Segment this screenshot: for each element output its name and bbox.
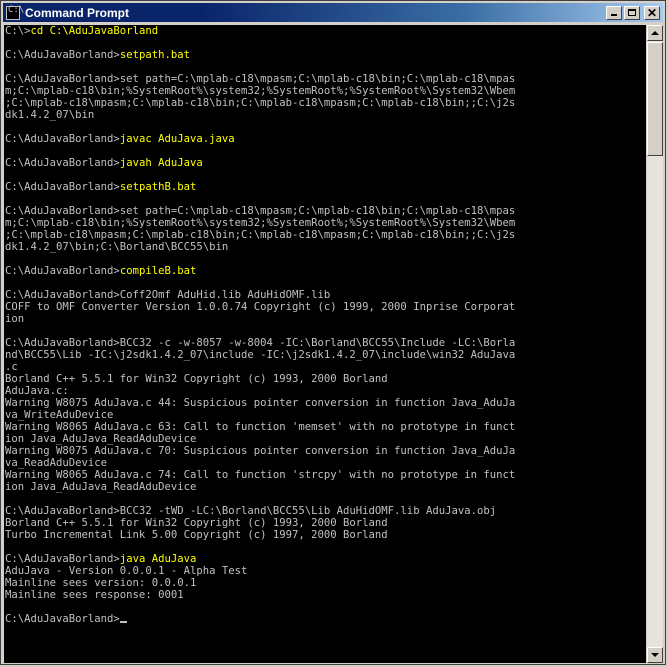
console-prompt: C:\AduJavaBorland> — [5, 133, 120, 145]
console-prompt: C:\AduJavaBorland> — [5, 181, 120, 193]
console-line: C:\AduJavaBorland>java AduJava — [4, 553, 646, 565]
console-prompt: C:\AduJavaBorland> — [5, 265, 120, 277]
console-line: va_WriteAduDevice — [5, 409, 114, 421]
console-line: va_ReadAduDevice — [5, 457, 108, 469]
console-line: C:\AduJavaBorland>BCC32 -c -w-8057 -w-80… — [5, 337, 516, 349]
console-prompt: C:\> — [5, 25, 31, 37]
console-line: C:\AduJavaBorland> — [4, 613, 646, 625]
console-prompt: C:\AduJavaBorland> — [5, 49, 120, 61]
console-line: Warning W8065 AduJava.c 63: Call to func… — [5, 421, 516, 433]
arrow-down-icon — [651, 653, 659, 657]
title-bar[interactable]: C:\ Command Prompt ✕ — [3, 3, 663, 22]
console-output[interactable]: C:\>cd C:\AduJavaBorland C:\AduJavaBorlan… — [4, 25, 646, 663]
console-line: Turbo Incremental Link 5.00 Copyright (c… — [5, 529, 388, 541]
console-command: compileB.bat — [119, 265, 197, 277]
maximize-icon — [628, 8, 636, 16]
console-line: dk1.4.2_07\bin;C:\Borland\BCC55\bin — [5, 241, 229, 253]
console-line: Warning W8075 AduJava.c 44: Suspicious p… — [5, 397, 516, 409]
console-line: ;C:\mplab-c18\mpasm;C:\mplab-c18\bin;C:\… — [5, 229, 516, 241]
minimize-icon — [611, 13, 617, 16]
console-line: Mainline sees version: 0.0.0.1 — [5, 577, 197, 589]
console-line: ion Java_AduJava_ReadAduDevice — [5, 433, 197, 445]
console-line: Warning W8075 AduJava.c 70: Suspicious p… — [5, 445, 516, 457]
vertical-scrollbar[interactable] — [647, 25, 663, 663]
console-line: C:\AduJavaBorland>BCC32 -tWD -LC:\Borlan… — [5, 505, 497, 517]
console-line: m;C:\mplab-c18\bin;%SystemRoot%\system32… — [5, 85, 516, 97]
console-line: Borland C++ 5.5.1 for Win32 Copyright (c… — [5, 517, 388, 529]
console-line: Mainline sees response: 0001 — [5, 589, 184, 601]
close-button[interactable]: ✕ — [644, 5, 660, 20]
console-line: C:\AduJavaBorland>javac AduJava.java — [4, 133, 646, 145]
text-cursor — [119, 621, 127, 623]
console-line: dk1.4.2_07\bin — [5, 109, 95, 121]
console-line: C:\AduJavaBorland>Coff2Omf AduHid.lib Ad… — [5, 289, 331, 301]
scroll-up-button[interactable] — [647, 25, 663, 41]
maximize-button[interactable] — [624, 5, 640, 20]
console-command: setpathB.bat — [119, 181, 197, 193]
window-title: Command Prompt — [25, 5, 130, 20]
console-prompt: C:\AduJavaBorland> — [5, 613, 120, 625]
console-line: ;C:\mplab-c18\mpasm;C:\mplab-c18\bin;C:\… — [5, 97, 516, 109]
console-prompt: C:\AduJavaBorland> — [5, 157, 120, 169]
console-line: C:\AduJavaBorland>javah AduJava — [4, 157, 646, 169]
minimize-button[interactable] — [606, 5, 622, 20]
console-icon-text: C:\ — [8, 4, 25, 15]
console-prompt: C:\AduJavaBorland> — [5, 553, 120, 565]
console-line: ion Java_AduJava_ReadAduDevice — [5, 481, 197, 493]
console-line: COFF to OMF Converter Version 1.0.0.74 C… — [5, 301, 516, 313]
scrollbar-thumb[interactable] — [647, 42, 663, 156]
console-command: setpath.bat — [119, 49, 190, 61]
close-icon: ✕ — [646, 5, 658, 20]
console-command: javah AduJava — [119, 157, 203, 169]
command-prompt-window: C:\ Command Prompt ✕ C:\>cd C:\AduJavaBo… — [0, 0, 666, 665]
console-line: C:\AduJavaBorland>set path=C:\mplab-c18\… — [5, 73, 516, 85]
console-line: C:\AduJavaBorland>compileB.bat — [4, 265, 646, 277]
console-command: java AduJava — [119, 553, 197, 565]
console-line: Warning W8065 AduJava.c 74: Call to func… — [5, 469, 516, 481]
arrow-up-icon — [651, 31, 659, 35]
console-line: Borland C++ 5.5.1 for Win32 Copyright (c… — [5, 373, 388, 385]
console-line: nd\BCC55\Lib -IC:\j2sdk1.4.2_07\include … — [5, 349, 516, 361]
console-line: C:\AduJavaBorland>setpathB.bat — [4, 181, 646, 193]
console-app-icon[interactable]: C:\ — [6, 5, 24, 20]
console-line: m;C:\mplab-c18\bin;%SystemRoot%\system32… — [5, 217, 516, 229]
console-command: javac AduJava.java — [119, 133, 235, 145]
console-line: AduJava - Version 0.0.0.1 - Alpha Test — [5, 565, 248, 577]
console-line: C:\>cd C:\AduJavaBorland — [4, 25, 646, 37]
scroll-down-button[interactable] — [647, 647, 663, 663]
console-line: .c — [5, 361, 18, 373]
console-line: AduJava.c: — [5, 385, 69, 397]
console-line: ion — [5, 313, 25, 325]
console-line: C:\AduJavaBorland>setpath.bat — [4, 49, 646, 61]
console-line: C:\AduJavaBorland>set path=C:\mplab-c18\… — [5, 205, 516, 217]
console-command: cd C:\AduJavaBorland — [30, 25, 159, 37]
